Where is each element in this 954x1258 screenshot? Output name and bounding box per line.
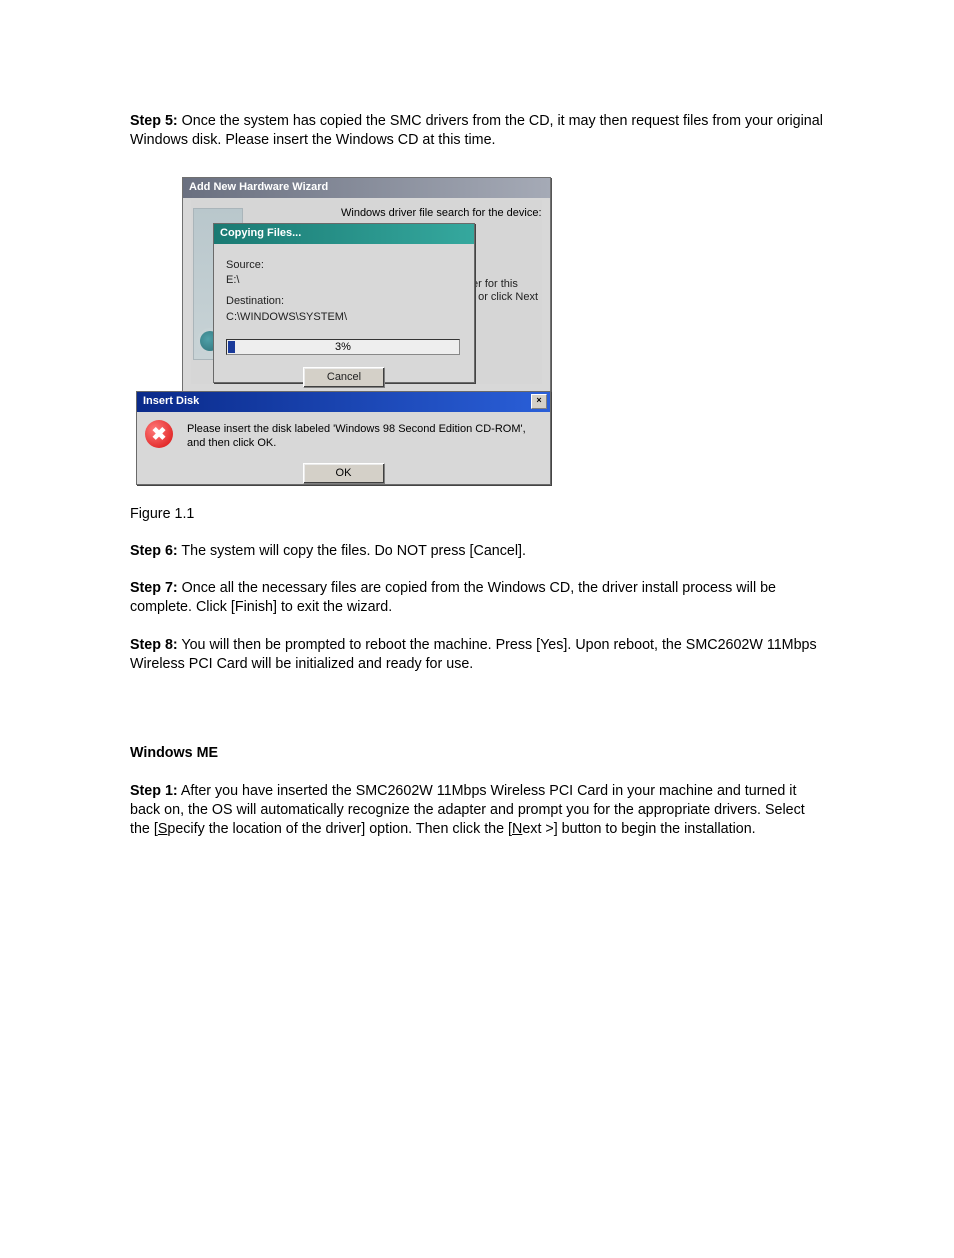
step-7-paragraph: Step 7: Once all the necessary files are…	[130, 579, 824, 618]
step-7-text: Once all the necessary files are copied …	[130, 580, 776, 615]
figure-1-1-screenshot: Add New Hardware Wizard Windows driver f…	[136, 177, 549, 483]
me-step-1-label: Step 1:	[130, 783, 178, 799]
progress-percent: 3%	[227, 340, 459, 355]
step-8-text: You will then be prompted to reboot the …	[130, 637, 817, 672]
insert-disk-titlebar: Insert Disk ×	[137, 392, 550, 412]
step-5-text: Once the system has copied the SMC drive…	[130, 113, 823, 148]
error-icon: ✖	[145, 420, 173, 448]
underline-n: N	[512, 821, 522, 837]
step-5-paragraph: Step 5: Once the system has copied the S…	[130, 112, 824, 151]
cancel-button[interactable]: Cancel	[303, 367, 385, 388]
destination-label: Destination:	[226, 294, 462, 309]
copying-files-dialog: Copying Files... Source: E:\ Destination…	[213, 223, 475, 383]
copying-body: Source: E:\ Destination: C:\WINDOWS\SYST…	[214, 244, 474, 396]
wizard-titlebar: Add New Hardware Wizard	[183, 178, 550, 198]
wizard-title: Add New Hardware Wizard	[189, 181, 328, 193]
source-label: Source:	[226, 258, 462, 273]
figure-caption: Figure 1.1	[130, 505, 824, 524]
me-step-1-text-b: pecify the location of the driver] optio…	[167, 821, 512, 837]
step-6-label: Step 6:	[130, 543, 178, 559]
insert-disk-title: Insert Disk	[143, 395, 199, 407]
destination-value: C:\WINDOWS\SYSTEM\	[226, 310, 462, 325]
windows-me-heading: Windows ME	[130, 744, 824, 763]
copying-title: Copying Files...	[220, 227, 301, 239]
wizard-header-text: Windows driver file search for the devic…	[341, 206, 542, 221]
step-6-text: The system will copy the files. Do NOT p…	[178, 543, 526, 559]
insert-disk-dialog: Insert Disk × ✖ Please insert the disk l…	[136, 391, 551, 485]
insert-disk-message: Please insert the disk labeled 'Windows …	[187, 422, 540, 452]
step-5-label: Step 5:	[130, 113, 178, 129]
step-6-paragraph: Step 6: The system will copy the files. …	[130, 542, 824, 561]
step-7-label: Step 7:	[130, 580, 178, 596]
underline-s: S	[158, 821, 168, 837]
source-value: E:\	[226, 273, 462, 288]
close-icon[interactable]: ×	[531, 394, 547, 409]
insert-disk-body: ✖ Please insert the disk labeled 'Window…	[137, 412, 550, 493]
copying-titlebar: Copying Files...	[214, 224, 474, 244]
step-8-paragraph: Step 8: You will then be prompted to reb…	[130, 636, 824, 675]
wizard-side-text: er for this , or click Next	[472, 278, 538, 304]
me-step-1-text-c: ext >] button to begin the installation.	[522, 821, 755, 837]
me-step-1-paragraph: Step 1: After you have inserted the SMC2…	[130, 782, 824, 840]
ok-button[interactable]: OK	[303, 463, 385, 484]
step-8-label: Step 8:	[130, 637, 178, 653]
progress-bar: 3%	[226, 339, 460, 355]
